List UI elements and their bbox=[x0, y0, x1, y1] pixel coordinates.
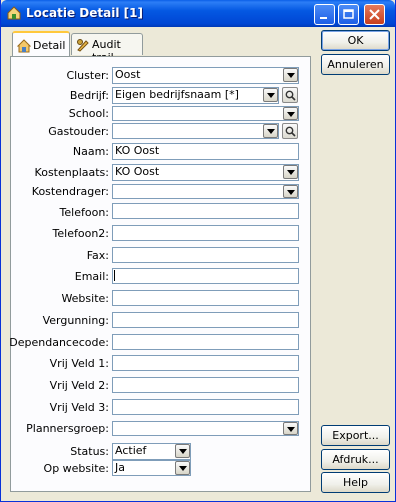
cluster-label: Cluster: bbox=[66, 69, 109, 82]
opwebsite-label: Op website: bbox=[43, 462, 109, 475]
chevron-down-icon[interactable] bbox=[175, 461, 190, 475]
naam-input[interactable]: KO Oost bbox=[112, 143, 299, 160]
chevron-down-icon[interactable] bbox=[283, 165, 298, 179]
dialog-window: Locatie Detail [1] Detail Audit trail Cl… bbox=[0, 0, 396, 502]
telefoon-label: Telefoon: bbox=[59, 206, 109, 219]
search-icon bbox=[285, 90, 296, 101]
fax-input[interactable] bbox=[112, 247, 299, 263]
annuleren-button[interactable]: Annuleren bbox=[321, 54, 390, 75]
chevron-down-icon[interactable] bbox=[283, 68, 298, 82]
tab-audit-trail[interactable]: Audit trail bbox=[71, 33, 143, 64]
dependancecode-label: Dependancecode: bbox=[9, 336, 109, 349]
kostenplaats-label: Kostenplaats: bbox=[34, 166, 109, 179]
website-input[interactable] bbox=[112, 290, 299, 306]
gastouder-label: Gastouder: bbox=[48, 125, 109, 138]
chevron-down-icon[interactable] bbox=[283, 107, 298, 120]
school-label: School: bbox=[68, 107, 109, 120]
chevron-down-icon[interactable] bbox=[175, 444, 190, 458]
vrijveld2-label: Vrij Veld 2: bbox=[49, 379, 109, 392]
title-bar[interactable]: Locatie Detail [1] bbox=[1, 0, 395, 27]
vrijveld1-label: Vrij Veld 1: bbox=[49, 357, 109, 370]
vrijveld3-label: Vrij Veld 3: bbox=[49, 401, 109, 414]
export-button[interactable]: Export... bbox=[321, 425, 390, 446]
minimize-button[interactable] bbox=[314, 4, 335, 25]
vrijveld2-input[interactable] bbox=[112, 377, 299, 393]
pencil-key-icon bbox=[77, 39, 89, 52]
ok-button[interactable]: OK bbox=[321, 30, 390, 51]
telefoon-input[interactable] bbox=[112, 203, 299, 219]
vergunning-input[interactable] bbox=[112, 312, 299, 328]
chevron-down-icon[interactable] bbox=[263, 88, 278, 102]
tab-detail-label: Detail bbox=[33, 39, 66, 52]
bedrijf-select[interactable]: Eigen bedrijfsnaam [*] bbox=[112, 87, 279, 104]
email-input[interactable] bbox=[112, 268, 299, 284]
telefoon2-input[interactable] bbox=[112, 225, 299, 241]
maximize-icon bbox=[343, 9, 354, 19]
chevron-down-icon[interactable] bbox=[283, 185, 298, 198]
help-button[interactable]: Help bbox=[321, 472, 390, 493]
fax-label: Fax: bbox=[86, 249, 109, 262]
naam-label: Naam: bbox=[72, 145, 109, 158]
minimize-icon bbox=[320, 17, 327, 19]
tab-detail[interactable]: Detail bbox=[12, 31, 70, 56]
vrijveld1-input[interactable] bbox=[112, 355, 299, 371]
dependancecode-input[interactable] bbox=[112, 334, 299, 350]
bedrijf-search-button[interactable] bbox=[282, 87, 298, 103]
afdruk-button[interactable]: Afdruk... bbox=[321, 449, 390, 470]
email-label: Email: bbox=[74, 270, 109, 283]
maximize-button[interactable] bbox=[338, 4, 359, 25]
plannersgroep-select[interactable] bbox=[112, 421, 299, 436]
chevron-down-icon[interactable] bbox=[263, 124, 278, 138]
gastouder-select[interactable] bbox=[112, 123, 279, 139]
chevron-down-icon[interactable] bbox=[283, 422, 298, 435]
kostendrager-label: Kostendrager: bbox=[31, 185, 109, 198]
search-icon bbox=[285, 126, 296, 137]
kostendrager-select[interactable] bbox=[112, 184, 299, 199]
close-button[interactable] bbox=[364, 4, 385, 25]
school-select[interactable] bbox=[112, 106, 299, 121]
status-label: Status: bbox=[70, 445, 109, 458]
app-icon bbox=[7, 6, 21, 20]
bedrijf-label: Bedrijf: bbox=[69, 89, 109, 102]
window-title: Locatie Detail [1] bbox=[26, 6, 143, 20]
website-label: Website: bbox=[61, 292, 109, 305]
telefoon2-label: Telefoon2: bbox=[52, 227, 109, 240]
kostenplaats-select[interactable]: KO Oost bbox=[112, 164, 299, 181]
close-icon bbox=[369, 9, 380, 20]
cluster-select[interactable]: Oost bbox=[112, 67, 299, 84]
vergunning-label: Vergunning: bbox=[42, 314, 109, 327]
text-caret bbox=[114, 270, 115, 281]
gastouder-search-button[interactable] bbox=[282, 123, 298, 139]
vrijveld3-input[interactable] bbox=[112, 399, 299, 415]
house-icon bbox=[17, 39, 31, 53]
plannersgroep-label: Plannersgroep: bbox=[26, 422, 109, 435]
